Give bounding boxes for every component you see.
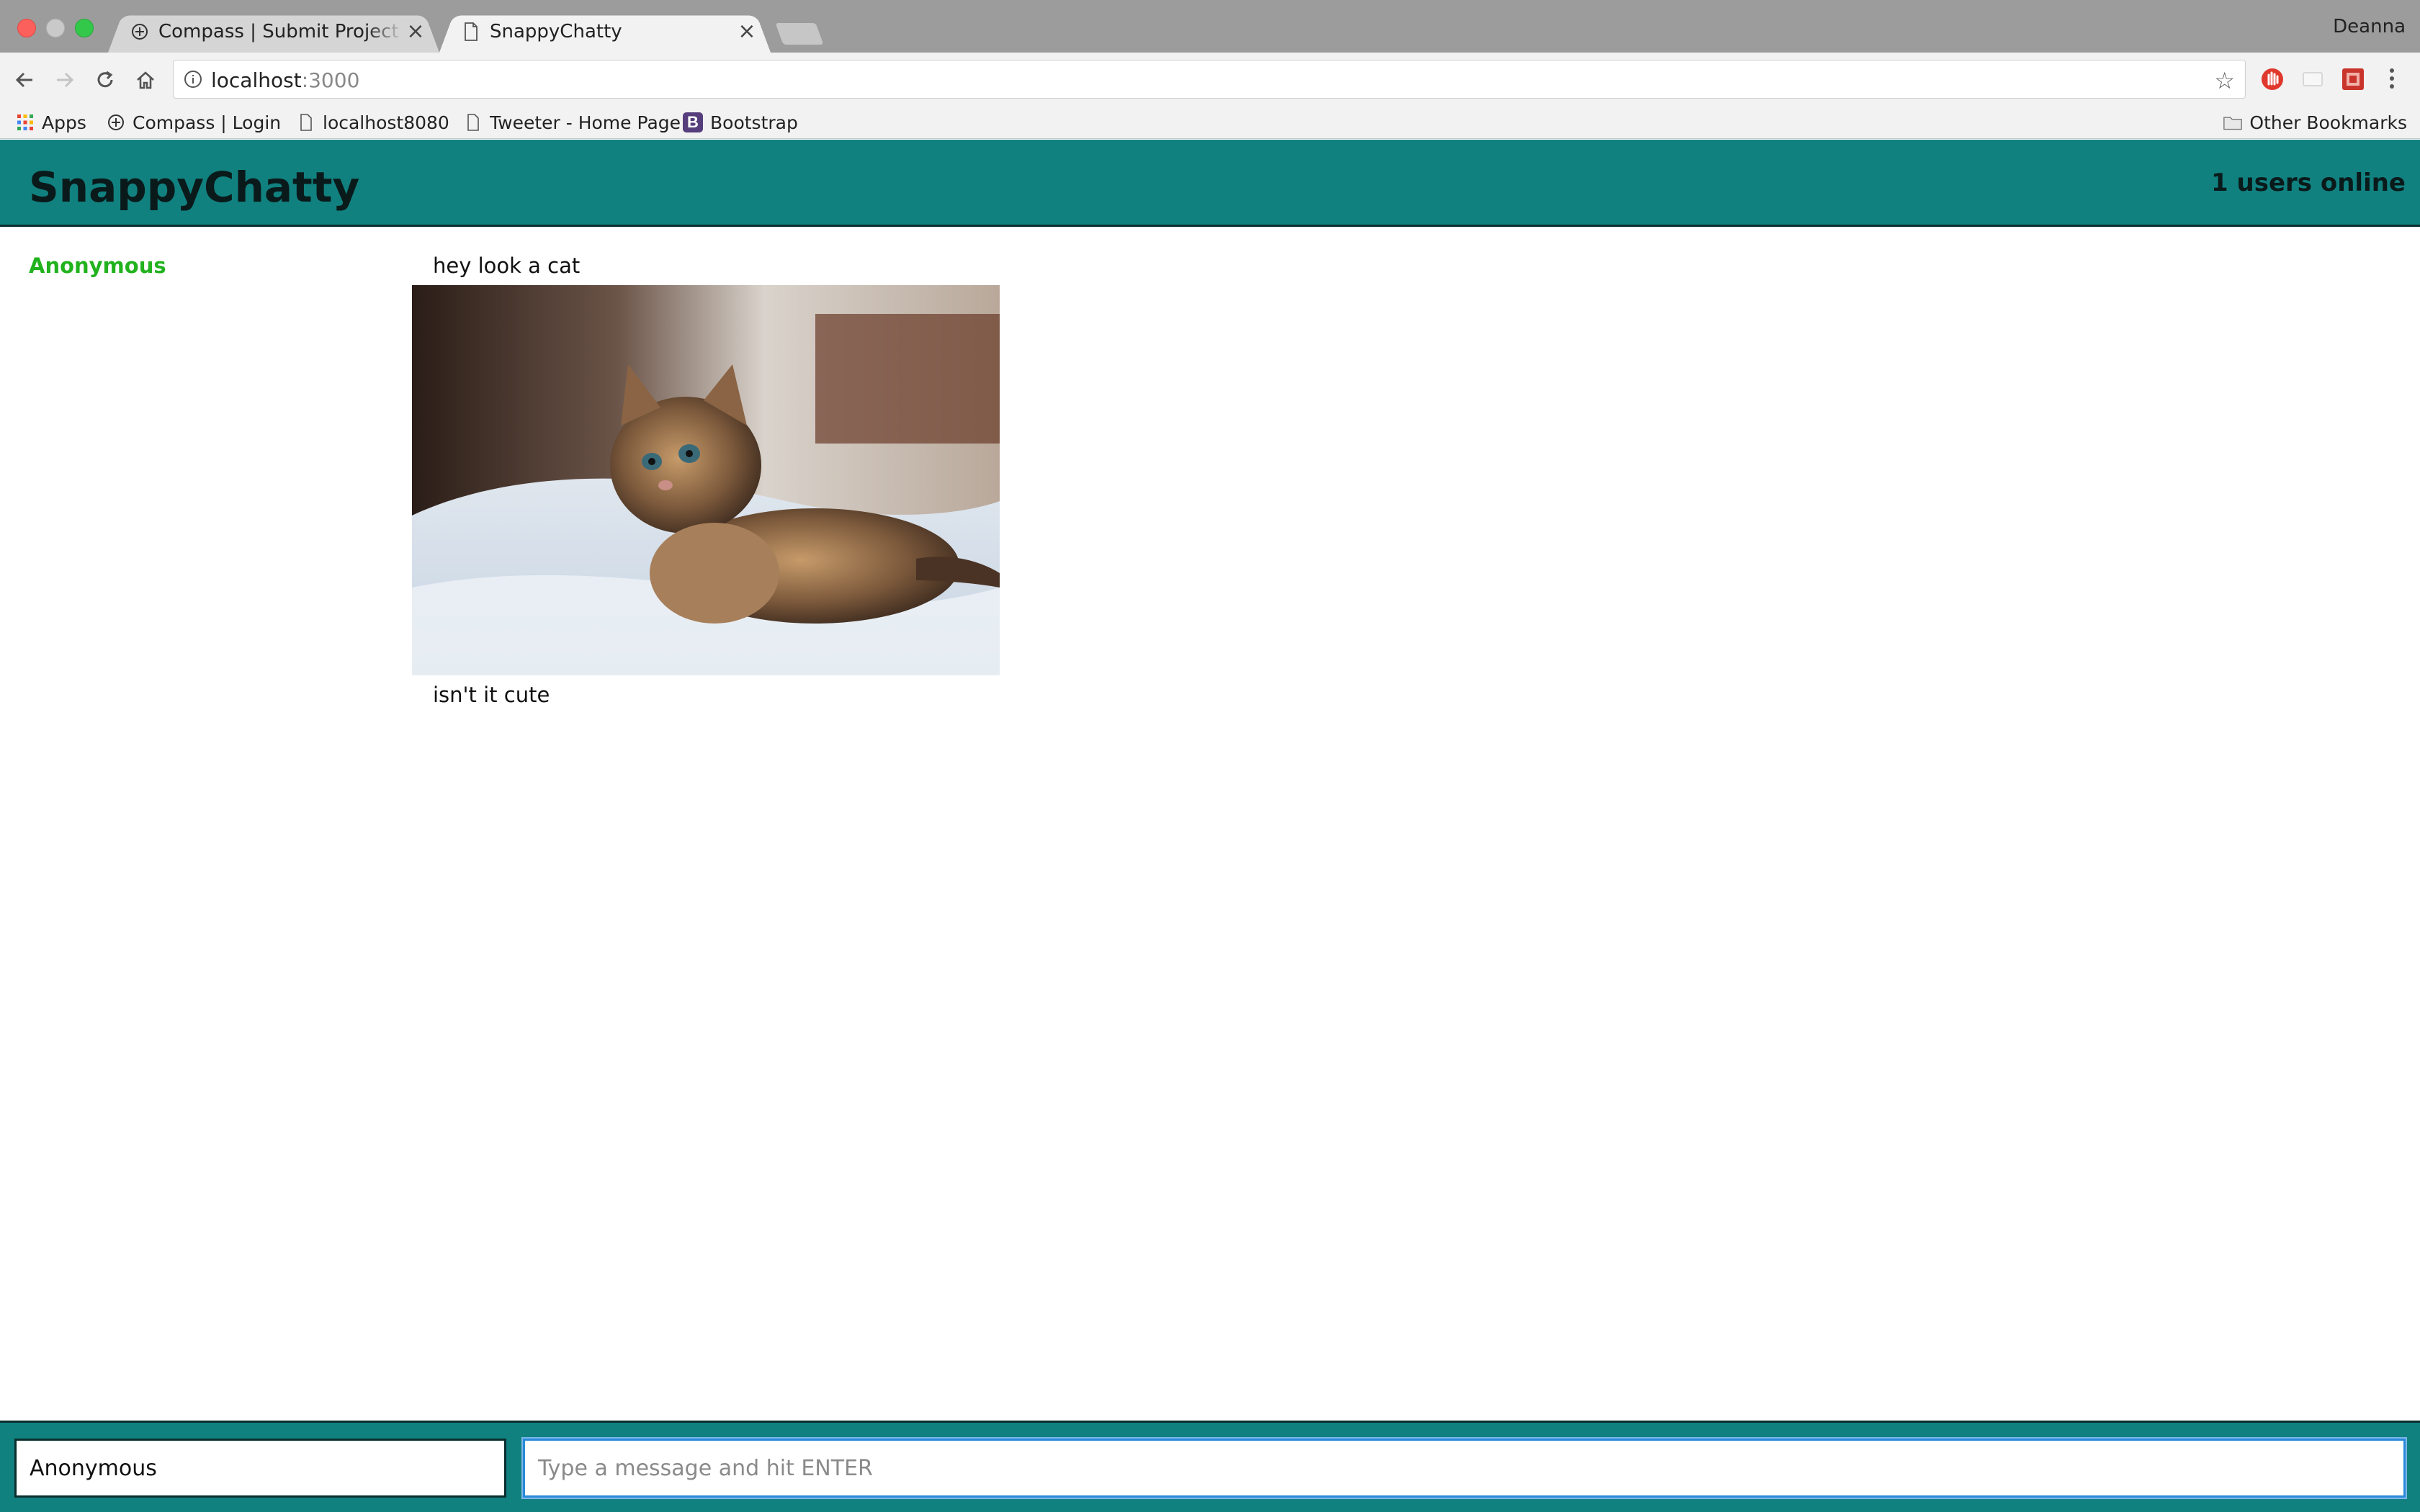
bookmark-label: Apps — [42, 112, 86, 133]
url-host: localhost — [211, 68, 302, 92]
bookmark-label: Other Bookmarks — [2249, 112, 2407, 133]
address-bar[interactable]: localhost:3000 ☆ — [173, 60, 2246, 99]
info-icon[interactable] — [184, 70, 202, 89]
extension-picture-icon[interactable] — [2339, 66, 2367, 93]
url-port: :3000 — [301, 68, 360, 92]
users-online-count: 1 users online — [2211, 168, 2406, 197]
home-icon[interactable] — [131, 66, 160, 94]
bookmarks-bar: Apps Compass | Login localhost8080 Tweet… — [0, 106, 2420, 139]
message-content: hey look a cat — [433, 253, 581, 278]
window-close-button[interactable] — [17, 19, 36, 37]
message-content: isn't it cute — [433, 683, 550, 707]
bootstrap-icon: B — [683, 112, 703, 132]
bookmark-tweeter[interactable]: Tweeter - Home Page — [464, 106, 681, 139]
page-icon — [461, 22, 481, 42]
tab-title: SnappyChatty — [490, 20, 622, 42]
bookmark-label: Tweeter - Home Page — [490, 112, 681, 133]
message-list: Anonymous hey look a cat isn't it cute — [0, 229, 2420, 1421]
window-minimize-button[interactable] — [46, 19, 65, 37]
chat-bar — [0, 1421, 2420, 1512]
bookmark-label: Bootstrap — [710, 112, 798, 133]
bookmark-label: localhost8080 — [323, 112, 449, 133]
tab-title: Compass | Submit Project for E — [158, 20, 403, 42]
extension-hand-icon[interactable] — [2259, 66, 2286, 93]
compass-icon — [107, 113, 125, 132]
forward-arrow-icon[interactable] — [50, 66, 79, 94]
bookmark-bootstrap[interactable]: B Bootstrap — [683, 106, 798, 139]
bookmark-label: Compass | Login — [133, 112, 282, 133]
back-arrow-icon[interactable] — [10, 66, 39, 94]
extension-blank-icon[interactable] — [2299, 66, 2326, 93]
apps-grid-icon — [16, 113, 35, 132]
browser-menu-icon[interactable] — [2381, 64, 2403, 93]
browser-tab-snappychatty[interactable]: SnappyChatty × — [439, 10, 771, 53]
compass-icon — [130, 22, 150, 42]
page-icon — [297, 113, 315, 132]
app-navbar: SnappyChatty 1 users online — [0, 140, 2420, 227]
folder-icon — [2223, 113, 2243, 132]
page-icon — [464, 113, 483, 132]
window-maximize-button[interactable] — [75, 19, 94, 37]
close-icon[interactable]: × — [405, 19, 426, 44]
bookmark-localhost8080[interactable]: localhost8080 — [297, 106, 449, 139]
bookmark-compass-login[interactable]: Compass | Login — [107, 106, 281, 139]
profile-name[interactable]: Deanna — [2333, 16, 2406, 37]
bookmark-apps[interactable]: Apps — [16, 106, 86, 139]
message-username: Anonymous — [29, 253, 166, 278]
app-brand[interactable]: SnappyChatty — [29, 163, 359, 212]
bookmark-other-folder[interactable]: Other Bookmarks — [2223, 106, 2407, 139]
browser-tab-compass[interactable]: Compass | Submit Project for E × — [108, 10, 439, 53]
bookmark-star-icon[interactable]: ☆ — [2214, 67, 2235, 94]
kitten-photo — [412, 285, 1000, 675]
reload-icon[interactable] — [91, 66, 120, 94]
browser-tabstrip: Compass | Submit Project for E × SnappyC… — [0, 0, 2420, 53]
close-icon[interactable]: × — [736, 19, 758, 44]
url-text: localhost:3000 — [211, 68, 359, 92]
message-input[interactable] — [523, 1439, 2406, 1498]
new-tab-button[interactable] — [775, 23, 824, 45]
browser-toolbar: localhost:3000 ☆ — [0, 53, 2420, 106]
username-input[interactable] — [14, 1439, 506, 1498]
